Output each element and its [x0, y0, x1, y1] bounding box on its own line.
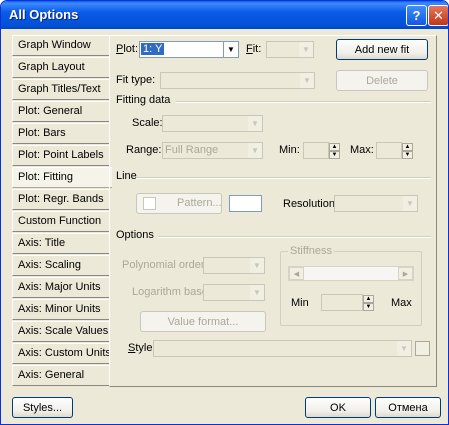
line-color-swatch[interactable]: [229, 195, 262, 212]
range-max-label: Max:: [350, 144, 374, 156]
fitting-data-header: Fitting data: [116, 94, 171, 106]
tab-axis-general[interactable]: Axis: General: [12, 365, 110, 386]
line-header: Line: [116, 170, 137, 182]
tab-plot-point-labels[interactable]: Plot: Point Labels: [12, 145, 110, 166]
close-button[interactable]: ✕: [428, 5, 448, 26]
tab-axis-minor-units[interactable]: Axis: Minor Units: [12, 299, 110, 320]
add-new-fit-button[interactable]: Add new fit: [336, 39, 428, 60]
window-title: All Options: [9, 7, 79, 22]
range-label: Range:: [126, 144, 162, 156]
range-min-input[interactable]: ▲ ▼: [303, 142, 340, 159]
stiffness-min-label: Min: [291, 297, 309, 309]
fit-type-label: Fit type:: [116, 74, 156, 86]
plot-select[interactable]: 1: Y ▼: [139, 41, 239, 58]
plot-fitting-page: Plot: 1: Y ▼ Fit: ▼ Add new fit Fit type…: [109, 35, 437, 387]
stiffness-input[interactable]: ▲ ▼: [321, 294, 374, 311]
polynomial-order-label: Polynomial order:: [122, 259, 208, 271]
pattern-button-label: Pattern...: [177, 197, 222, 209]
stiffness-max-label: Max: [391, 297, 412, 309]
stiffness-group: Stiffness ◀ ▶ Min ▲ ▼ Max: [280, 245, 422, 326]
tab-axis-title[interactable]: Axis: Title: [12, 233, 110, 254]
resolution-select[interactable]: ▼: [334, 195, 418, 212]
logarithm-base-label: Logarithm base:: [132, 286, 211, 298]
stiffness-slider[interactable]: ◀ ▶: [288, 266, 414, 281]
value-format-button[interactable]: Value format...: [140, 311, 266, 332]
tab-plot-bars[interactable]: Plot: Bars: [12, 123, 110, 144]
style-edit-button[interactable]: [415, 341, 430, 356]
chevron-down-icon[interactable]: ▼: [247, 143, 262, 158]
chevron-down-icon[interactable]: ▼: [223, 42, 238, 57]
pattern-checkbox[interactable]: [143, 197, 156, 210]
chevron-down-icon[interactable]: ▼: [402, 196, 417, 211]
stiffness-label: Stiffness: [288, 245, 334, 257]
fit-select[interactable]: ▼: [266, 41, 314, 58]
dialog-client: Graph Window Graph Layout Graph Titles/Tex…: [4, 29, 445, 422]
divider: [158, 236, 431, 238]
style-select[interactable]: ▼: [153, 340, 412, 357]
range-select-value: Full Range: [165, 144, 219, 156]
range-max-input[interactable]: ▲ ▼: [376, 142, 413, 159]
style-label: Style:: [128, 342, 156, 354]
scroll-left-icon[interactable]: ◀: [289, 267, 304, 280]
pattern-button[interactable]: Pattern...: [136, 193, 222, 214]
options-header: Options: [116, 229, 154, 241]
delete-button[interactable]: Delete: [336, 70, 428, 91]
tab-graph-layout[interactable]: Graph Layout: [12, 57, 110, 78]
range-max-spinner[interactable]: ▲ ▼: [402, 143, 413, 160]
plot-select-value: 1: Y: [141, 43, 165, 55]
chevron-down-icon[interactable]: ▼: [298, 42, 313, 57]
tab-plot-fitting[interactable]: Plot: Fitting: [12, 167, 112, 188]
plot-label: Plot:: [116, 43, 139, 55]
range-min-label: Min:: [279, 144, 300, 156]
chevron-down-icon[interactable]: ▼: [249, 258, 264, 273]
cancel-button[interactable]: Отмена: [375, 397, 441, 418]
chevron-down-icon[interactable]: ▼: [299, 73, 314, 88]
tab-custom-function[interactable]: Custom Function: [12, 211, 110, 232]
all-options-dialog: All Options ? ✕ Graph Window Graph Layout…: [0, 0, 449, 425]
help-button[interactable]: ?: [406, 5, 427, 26]
title-bar[interactable]: All Options ? ✕: [1, 1, 448, 29]
styles-button[interactable]: Styles...: [12, 397, 73, 418]
range-min-spinner[interactable]: ▲ ▼: [329, 143, 340, 160]
resolution-label: Resolution:: [283, 198, 339, 210]
chevron-down-icon[interactable]: ▼: [247, 116, 262, 131]
tab-axis-scaling[interactable]: Axis: Scaling: [12, 255, 110, 276]
tab-graph-window[interactable]: Graph Window: [12, 35, 110, 56]
chevron-down-icon[interactable]: ▼: [396, 341, 411, 356]
tab-plot-general[interactable]: Plot: General: [12, 101, 110, 122]
tab-axis-custom-units[interactable]: Axis: Custom Units: [12, 343, 110, 364]
scroll-right-icon[interactable]: ▶: [398, 267, 413, 280]
scale-label: Scale:: [132, 117, 163, 129]
fit-type-select[interactable]: ▼: [160, 72, 315, 89]
divider: [136, 177, 431, 179]
fit-label: Fit:: [246, 43, 262, 55]
logarithm-base-select[interactable]: ▼: [203, 284, 265, 301]
scale-select[interactable]: ▼: [162, 115, 263, 132]
tab-axis-major-units[interactable]: Axis: Major Units: [12, 277, 110, 298]
options-tab-list: Graph Window Graph Layout Graph Titles/Tex…: [12, 35, 112, 387]
tab-axis-scale-values[interactable]: Axis: Scale Values: [12, 321, 110, 342]
tab-graph-titles-text[interactable]: Graph Titles/Text: [12, 79, 110, 100]
ok-button[interactable]: OK: [305, 397, 371, 418]
polynomial-order-select[interactable]: ▼: [203, 257, 265, 274]
stiffness-spinner[interactable]: ▲ ▼: [363, 295, 374, 312]
range-select[interactable]: Full Range ▼: [162, 142, 263, 159]
chevron-down-icon[interactable]: ▼: [249, 285, 264, 300]
divider: [176, 101, 431, 103]
tab-plot-regr-bands[interactable]: Plot: Regr. Bands: [12, 189, 110, 210]
